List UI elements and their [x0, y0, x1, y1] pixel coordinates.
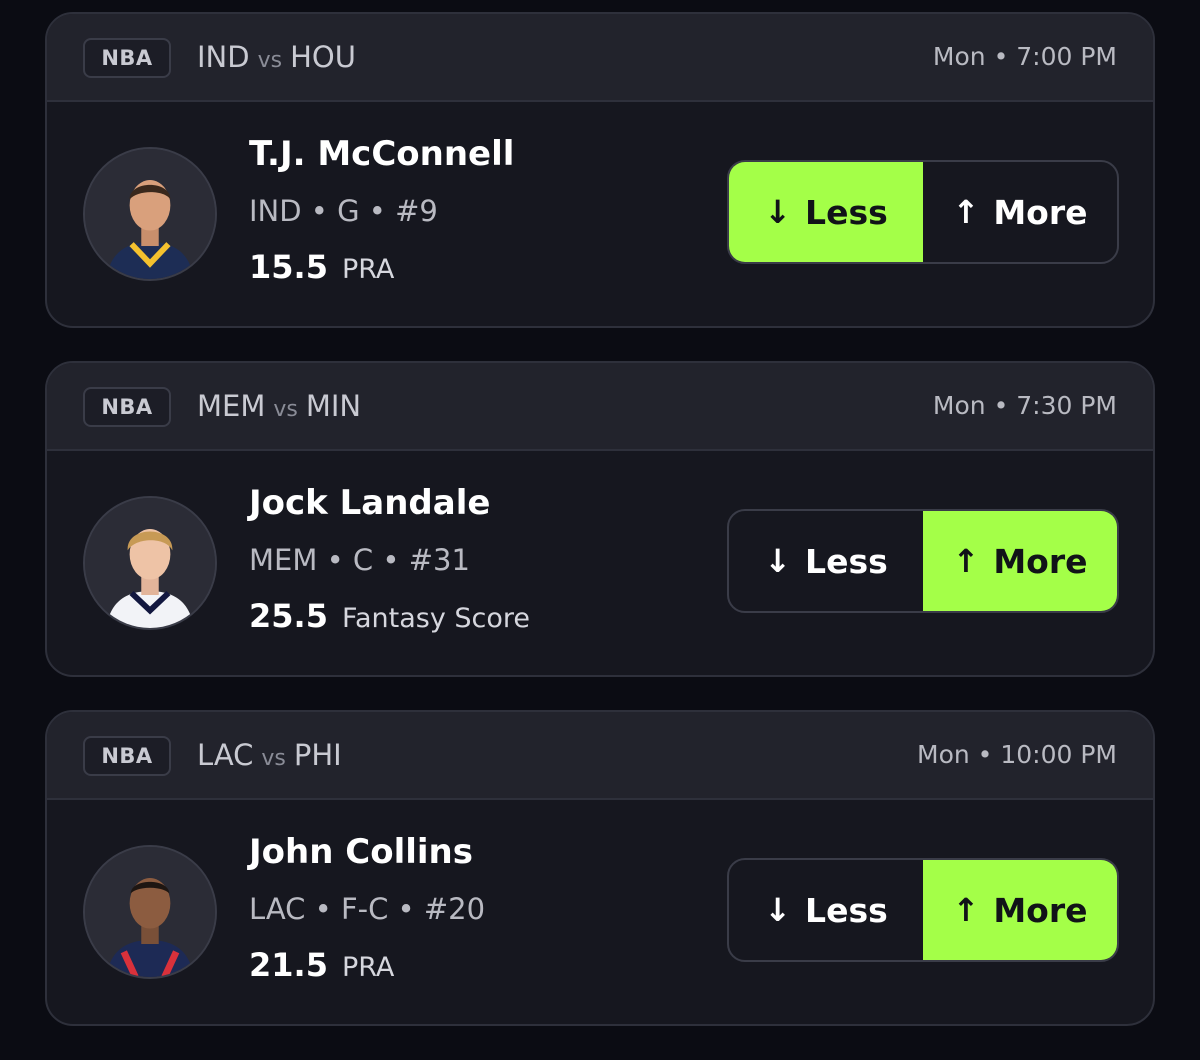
less-label: Less	[805, 541, 888, 581]
projection-line: 21.5 PRA	[249, 946, 394, 984]
player-meta: MEM • C • #31	[249, 543, 470, 577]
less-button[interactable]: ↓ Less	[729, 162, 923, 262]
game-time: Mon • 7:00 PM	[932, 42, 1117, 71]
stat-type: Fantasy Score	[341, 603, 531, 634]
matchup: MEM vs MIN	[197, 389, 361, 423]
matchup: LAC vs PHI	[197, 738, 342, 772]
team-b: PHI	[293, 738, 342, 772]
team-a: IND	[197, 40, 250, 74]
more-button[interactable]: ↑ More	[923, 511, 1117, 611]
pick-card: NBA IND vs HOU Mon • 7:00 PM T.J. McConn…	[45, 12, 1155, 328]
arrow-up-icon: ↑	[952, 193, 980, 231]
league-badge: NBA	[83, 387, 171, 427]
stat-type: PRA	[341, 952, 395, 983]
line-value: 25.5	[249, 597, 328, 635]
card-header: NBA LAC vs PHI Mon • 10:00 PM	[47, 712, 1153, 800]
pick-list: NBA IND vs HOU Mon • 7:00 PM T.J. McConn…	[0, 0, 1200, 1060]
player-avatar	[83, 147, 217, 281]
team-b: HOU	[290, 40, 356, 74]
player-headshot-icon	[85, 847, 215, 977]
player-avatar	[83, 845, 217, 979]
player-name: T.J. McConnell	[249, 134, 515, 174]
arrow-down-icon: ↓	[764, 542, 792, 580]
team-b: MIN	[305, 389, 362, 423]
line-value: 21.5	[249, 946, 328, 984]
pick-toggle: ↓ Less ↑ More	[727, 509, 1119, 613]
more-label: More	[993, 541, 1088, 581]
pick-card: NBA MEM vs MIN Mon • 7:30 PM Jock Landal…	[45, 361, 1155, 677]
player-name: Jock Landale	[249, 483, 491, 523]
arrow-up-icon: ↑	[952, 542, 980, 580]
card-header: NBA MEM vs MIN Mon • 7:30 PM	[47, 363, 1153, 451]
more-button[interactable]: ↑ More	[923, 860, 1117, 960]
arrow-up-icon: ↑	[952, 891, 980, 929]
player-meta: LAC • F-C • #20	[249, 892, 486, 926]
player-name: John Collins	[249, 832, 473, 872]
pick-card: NBA LAC vs PHI Mon • 10:00 PM John Colli…	[45, 710, 1155, 1026]
team-a: LAC	[197, 738, 254, 772]
more-label: More	[993, 192, 1088, 232]
arrow-down-icon: ↓	[764, 891, 792, 929]
vs-label: vs	[261, 746, 286, 771]
more-button[interactable]: ↑ More	[923, 162, 1117, 262]
vs-label: vs	[273, 397, 298, 422]
less-label: Less	[805, 890, 888, 930]
stat-type: PRA	[341, 254, 395, 285]
projection-line: 25.5 Fantasy Score	[249, 597, 530, 635]
less-button[interactable]: ↓ Less	[729, 511, 923, 611]
less-button[interactable]: ↓ Less	[729, 860, 923, 960]
game-time: Mon • 10:00 PM	[917, 740, 1117, 769]
matchup: IND vs HOU	[197, 40, 356, 74]
more-label: More	[993, 890, 1088, 930]
player-meta: IND • G • #9	[249, 194, 438, 228]
pick-toggle: ↓ Less ↑ More	[727, 160, 1119, 264]
card-header: NBA IND vs HOU Mon • 7:00 PM	[47, 14, 1153, 102]
pick-toggle: ↓ Less ↑ More	[727, 858, 1119, 962]
projection-line: 15.5 PRA	[249, 248, 394, 286]
less-label: Less	[805, 192, 888, 232]
vs-label: vs	[257, 48, 283, 73]
player-headshot-icon	[85, 149, 215, 279]
line-value: 15.5	[249, 248, 328, 286]
game-time: Mon • 7:30 PM	[932, 391, 1117, 420]
player-headshot-icon	[85, 498, 215, 628]
league-badge: NBA	[83, 38, 171, 78]
arrow-down-icon: ↓	[764, 193, 792, 231]
league-badge: NBA	[83, 736, 171, 776]
player-avatar	[83, 496, 217, 630]
team-a: MEM	[197, 389, 266, 423]
